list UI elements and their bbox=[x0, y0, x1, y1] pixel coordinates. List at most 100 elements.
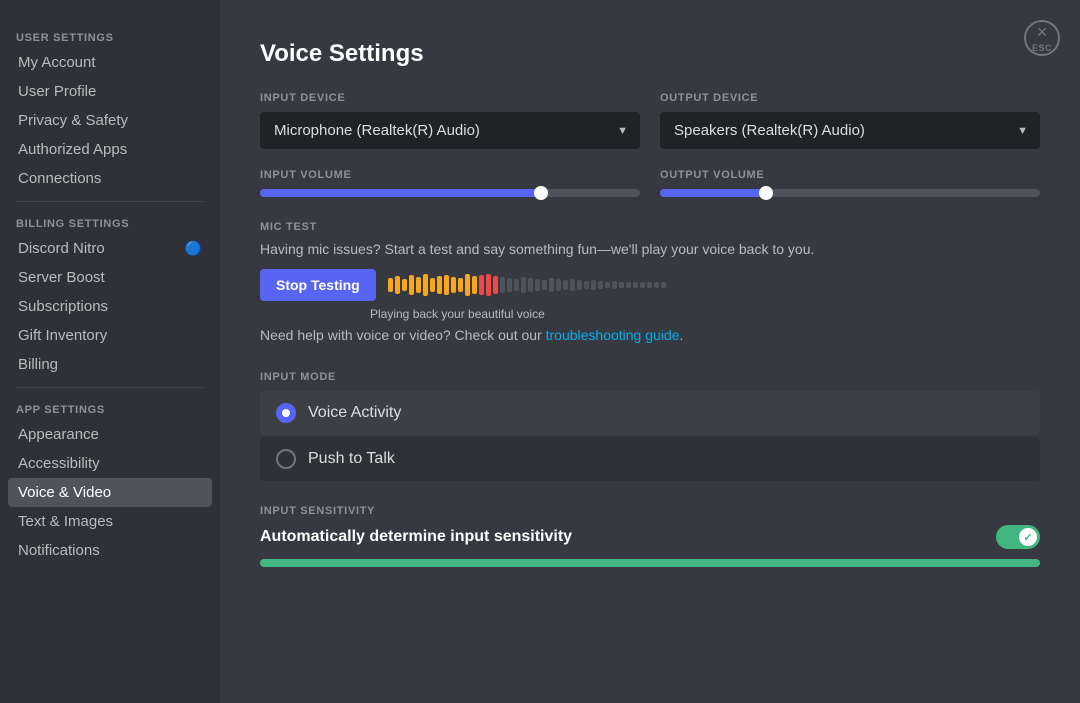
voice-activity-option[interactable]: Voice Activity bbox=[260, 391, 1040, 435]
toggle-knob: ✓ bbox=[1019, 528, 1037, 546]
audio-bar bbox=[409, 275, 414, 295]
sidebar-item-subscriptions[interactable]: Subscriptions bbox=[8, 292, 212, 321]
playback-label: Playing back your beautiful voice bbox=[260, 307, 1040, 321]
esc-label: ESC bbox=[1032, 43, 1052, 53]
output-device-wrapper: Speakers (Realtek(R) Audio) bbox=[660, 112, 1040, 149]
sidebar-item-accessibility[interactable]: Accessibility bbox=[8, 449, 212, 478]
output-volume-thumb bbox=[759, 186, 773, 200]
auto-sensitivity-toggle[interactable]: ✓ bbox=[996, 525, 1040, 549]
audio-bar bbox=[542, 280, 547, 290]
sidebar-item-appearance[interactable]: Appearance bbox=[8, 420, 212, 449]
volume-row: INPUT VOLUME OUTPUT VOLUME bbox=[260, 169, 1040, 197]
output-device-label: OUTPUT DEVICE bbox=[660, 92, 1040, 104]
output-volume-label: OUTPUT VOLUME bbox=[660, 169, 1040, 181]
sidebar-item-user-profile[interactable]: User Profile bbox=[8, 77, 212, 106]
audio-visualizer bbox=[388, 274, 1040, 296]
audio-bar bbox=[514, 279, 519, 291]
push-to-talk-radio bbox=[276, 449, 296, 469]
audio-bar bbox=[640, 282, 645, 288]
input-device-wrapper: Microphone (Realtek(R) Audio) bbox=[260, 112, 640, 149]
sidebar-item-discord-nitro[interactable]: Discord Nitro 🔵 bbox=[8, 234, 212, 263]
sidebar-item-text-images[interactable]: Text & Images bbox=[8, 507, 212, 536]
audio-bar bbox=[423, 274, 428, 296]
audio-bar bbox=[626, 282, 631, 288]
mic-test-section: MIC TEST Having mic issues? Start a test… bbox=[260, 221, 1040, 343]
push-to-talk-option[interactable]: Push to Talk bbox=[260, 437, 1040, 481]
audio-bar bbox=[591, 280, 596, 290]
billing-settings-label: BILLING SETTINGS bbox=[8, 210, 212, 234]
mic-test-row: Stop Testing bbox=[260, 269, 1040, 301]
device-row: INPUT DEVICE Microphone (Realtek(R) Audi… bbox=[260, 92, 1040, 149]
audio-bar bbox=[556, 279, 561, 291]
audio-bar bbox=[598, 281, 603, 289]
app-settings-label: APP SETTINGS bbox=[8, 396, 212, 420]
audio-bar bbox=[416, 277, 421, 293]
audio-bar bbox=[472, 276, 477, 294]
audio-bar bbox=[437, 276, 442, 294]
audio-bar bbox=[507, 278, 512, 292]
audio-bar bbox=[402, 279, 407, 291]
audio-bar bbox=[570, 279, 575, 291]
audio-bar bbox=[458, 278, 463, 292]
sidebar-item-billing[interactable]: Billing bbox=[8, 350, 212, 379]
sidebar-item-authorized-apps[interactable]: Authorized Apps bbox=[8, 135, 212, 164]
sidebar-item-server-boost[interactable]: Server Boost bbox=[8, 263, 212, 292]
nitro-icon: 🔵 bbox=[185, 240, 202, 257]
main-content: × ESC Voice Settings INPUT DEVICE Microp… bbox=[220, 0, 1080, 703]
auto-sensitivity-label: Automatically determine input sensitivit… bbox=[260, 528, 572, 546]
voice-activity-radio bbox=[276, 403, 296, 423]
troubleshoot-link[interactable]: troubleshooting guide bbox=[546, 327, 680, 343]
audio-bar bbox=[430, 278, 435, 292]
audio-bar bbox=[549, 278, 554, 292]
mic-test-label: MIC TEST bbox=[260, 221, 1040, 233]
audio-bar bbox=[654, 282, 659, 288]
audio-bar bbox=[500, 277, 505, 293]
toggle-check-icon: ✓ bbox=[1023, 531, 1032, 544]
mic-test-desc: Having mic issues? Start a test and say … bbox=[260, 241, 1040, 257]
stop-testing-button[interactable]: Stop Testing bbox=[260, 269, 376, 301]
output-device-select[interactable]: Speakers (Realtek(R) Audio) bbox=[660, 112, 1040, 149]
output-volume-col: OUTPUT VOLUME bbox=[660, 169, 1040, 197]
sidebar-item-voice-video[interactable]: Voice & Video bbox=[8, 478, 212, 507]
close-button[interactable]: × ESC bbox=[1024, 20, 1060, 56]
input-volume-thumb bbox=[534, 186, 548, 200]
sidebar-item-privacy-safety[interactable]: Privacy & Safety bbox=[8, 106, 212, 135]
input-device-label: INPUT DEVICE bbox=[260, 92, 640, 104]
audio-bar bbox=[486, 274, 491, 296]
sidebar-item-my-account[interactable]: My Account bbox=[8, 48, 212, 77]
sidebar: USER SETTINGS My Account User Profile Pr… bbox=[0, 0, 220, 703]
troubleshoot-text: Need help with voice or video? Check out… bbox=[260, 327, 1040, 343]
sidebar-item-connections[interactable]: Connections bbox=[8, 164, 212, 193]
input-volume-col: INPUT VOLUME bbox=[260, 169, 640, 197]
audio-bar bbox=[647, 282, 652, 288]
audio-bar bbox=[605, 282, 610, 288]
audio-bar bbox=[444, 275, 449, 295]
app-divider bbox=[16, 387, 204, 388]
user-settings-label: USER SETTINGS bbox=[8, 24, 212, 48]
audio-bar bbox=[584, 281, 589, 289]
input-volume-label: INPUT VOLUME bbox=[260, 169, 640, 181]
audio-bar bbox=[388, 278, 393, 292]
sidebar-item-gift-inventory[interactable]: Gift Inventory bbox=[8, 321, 212, 350]
input-sensitivity-section: INPUT SENSITIVITY Automatically determin… bbox=[260, 505, 1040, 567]
audio-bar bbox=[465, 274, 470, 296]
audio-bar bbox=[528, 278, 533, 292]
close-icon: × bbox=[1037, 23, 1048, 41]
audio-bar bbox=[563, 280, 568, 290]
audio-bar bbox=[633, 282, 638, 288]
sensitivity-row: Automatically determine input sensitivit… bbox=[260, 525, 1040, 549]
input-volume-slider[interactable] bbox=[260, 189, 640, 197]
audio-bar bbox=[612, 281, 617, 289]
input-sensitivity-label: INPUT SENSITIVITY bbox=[260, 505, 1040, 517]
sidebar-item-notifications[interactable]: Notifications bbox=[8, 536, 212, 565]
audio-bar bbox=[493, 276, 498, 294]
audio-bar bbox=[661, 282, 666, 288]
audio-bar bbox=[479, 275, 484, 295]
output-volume-slider[interactable] bbox=[660, 189, 1040, 197]
sensitivity-bar bbox=[260, 559, 1040, 567]
input-mode-section: INPUT MODE Voice Activity Push to Talk bbox=[260, 371, 1040, 481]
audio-bar bbox=[535, 279, 540, 291]
output-device-col: OUTPUT DEVICE Speakers (Realtek(R) Audio… bbox=[660, 92, 1040, 149]
input-device-select[interactable]: Microphone (Realtek(R) Audio) bbox=[260, 112, 640, 149]
page-title: Voice Settings bbox=[260, 40, 1040, 68]
